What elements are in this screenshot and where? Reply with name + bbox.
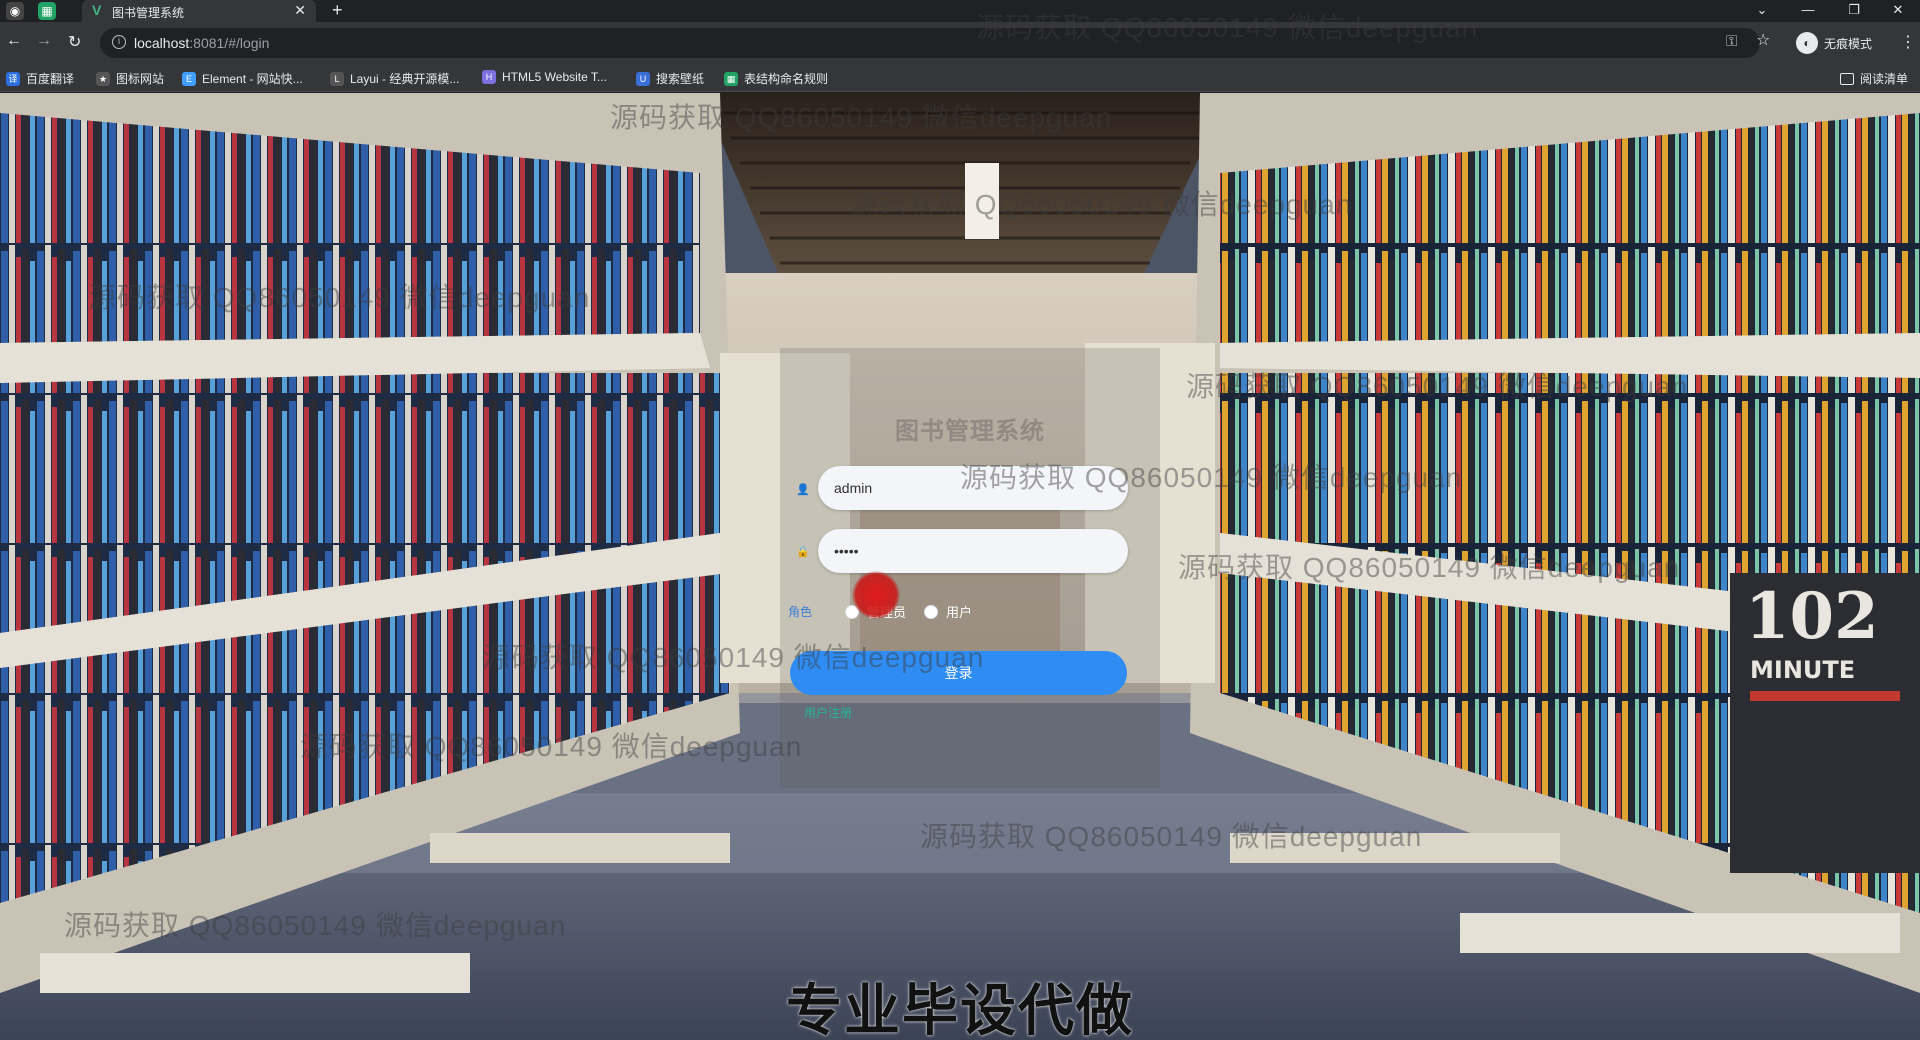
watermark-text: 源码获取 QQ86050149 微信deepguan [300,731,803,762]
bookmark-star-icon[interactable]: ☆ [1756,30,1770,50]
close-window-icon[interactable]: ✕ [1876,0,1920,20]
incognito-label: 无痕模式 [1824,36,1873,51]
bookmark-icon: ▦ [724,71,738,86]
address-toolbar: ← → ↻ i localhost:8081/#/login ⚿ ☆ ◐ 无痕模… [0,22,1920,64]
svg-text:MINUTE: MINUTE [1750,656,1855,684]
url-text[interactable]: localhost:8081/#/login [134,35,269,51]
role-label: 角色 [788,605,813,619]
forward-arrow-icon[interactable]: → [36,32,52,50]
browser-menu-icon[interactable]: ⋮ [1900,32,1916,52]
new-tab-plus-icon[interactable]: + [332,0,343,21]
watermark-text: 源码获取 QQ86050149 微信deepguan [88,282,591,313]
role-radio-user[interactable]: 用户 [924,602,972,621]
password-key-icon[interactable]: ⚿ [1726,33,1737,50]
bookmark-icon: H [482,70,496,84]
bookmark-icon: E [182,71,196,86]
browser-tab-active[interactable]: V 图书管理系统 ✕ [82,0,316,22]
tab-title: 图书管理系统 [112,6,185,20]
bookmark-item[interactable]: E Element - 网站快... [182,70,303,87]
watermark-text: 源码获取 QQ86050149 微信deepguan [850,189,1353,220]
click-highlight-cursor [852,571,900,619]
bookmark-item[interactable]: L Layui - 经典开源模... [330,70,459,87]
svg-text:102: 102 [1745,579,1879,654]
bookmark-icon: U [636,71,650,86]
bookmark-item[interactable]: 译百度翻译 [6,70,74,87]
role-option-label: 用户 [946,605,973,620]
vue-favicon-icon: V [92,2,102,18]
watermark-text: 源码获取 QQ86050149 微信deepguan [1186,371,1689,402]
bookmark-item[interactable]: ▦ 表结构命名规则 [724,70,828,87]
bookmark-icon: ★ [96,71,110,86]
watermark-text: 源码获取 QQ86050149 微信deepguan [976,12,1479,43]
incognito-profile-button[interactable]: ◐ 无痕模式 [1796,31,1872,55]
watermark-text: 源码获取 QQ86050149 微信deepguan [482,642,985,673]
bookmarks-bar: 译百度翻译 ★ 图标网站 E Element - 网站快... L Layui - 经… [0,64,1920,92]
incognito-icon: ◐ [1796,32,1818,54]
password-field[interactable] [818,529,1128,573]
close-tab-icon[interactable]: ✕ [294,2,306,19]
watermark-text: 源码获取 QQ86050149 微信deepguan [610,102,1113,133]
reload-icon[interactable]: ↻ [68,32,81,52]
radio-circle-icon [924,604,938,619]
bookmark-item[interactable]: U 搜索壁纸 [636,70,704,87]
site-info-icon[interactable]: i [112,35,126,49]
minimize-icon[interactable]: — [1786,0,1830,20]
bookmark-item[interactable]: ★ 图标网站 [96,70,164,87]
watermark-text: 源码获取 QQ86050149 微信deepguan [1178,552,1681,583]
bookmark-item[interactable]: H HTML5 Website T... [482,70,607,84]
tab-search-chevron-icon[interactable]: ⌄ [1740,0,1784,20]
browser-app-icon[interactable]: ◉ [6,2,24,20]
reading-list-button[interactable]: 阅读清单 [1840,70,1908,87]
password-input[interactable] [834,529,1114,573]
restore-icon[interactable]: ❐ [1832,0,1876,20]
user-icon: 👤 [796,484,810,496]
reading-list-icon [1840,72,1854,85]
back-arrow-icon[interactable]: ← [6,32,22,50]
address-bar[interactable]: i localhost:8081/#/login ⚿ [100,28,1760,58]
pinned-tab-icon[interactable]: ▦ [38,2,56,20]
bookmark-icon: 译 [6,71,20,86]
caption-text: 专业毕设代做 [786,979,1134,1040]
bookmark-icon: L [330,71,344,86]
browser-tab-strip: ◉ ▦ V 图书管理系统 ✕ + ⌄ — ❐ ✕ [0,0,1920,22]
watermark-text: 源码获取 QQ86050149 微信deepguan [960,462,1463,493]
watermark-text: 源码获取 QQ86050149 微信deepguan [64,910,567,941]
lock-icon: 🔒 [796,546,810,558]
login-title: 图书管理系统 [895,418,1045,445]
register-link[interactable]: 用户注册 [804,704,852,721]
watermark-text: 源码获取 QQ86050149 微信deepguan [920,821,1423,852]
